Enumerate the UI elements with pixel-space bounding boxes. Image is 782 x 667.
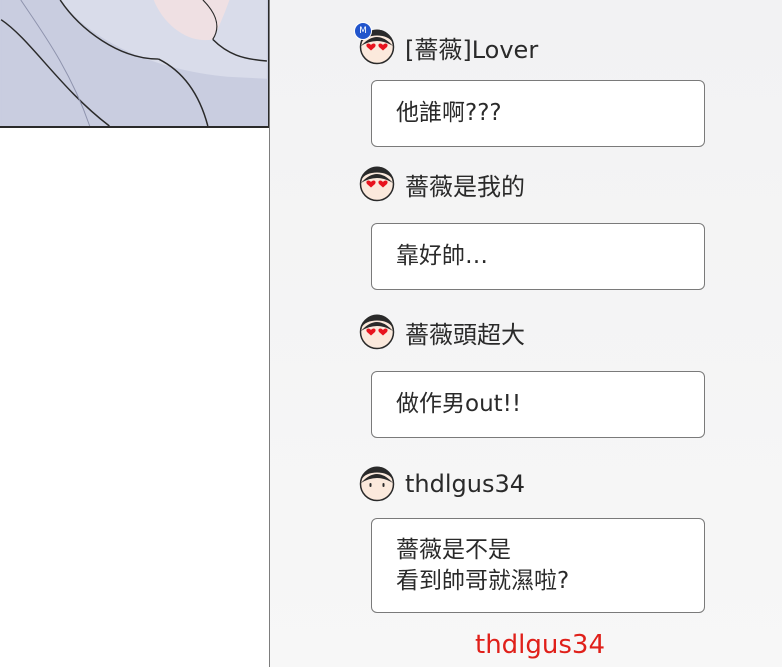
comment-username: thdlgus34 — [405, 470, 526, 498]
comment-bubble: 靠好帥… — [371, 223, 705, 290]
comment-username: [薔薇]Lover — [405, 35, 539, 64]
comment-bubble: 做作男out!! — [371, 371, 705, 438]
comment-header-2: 薔薇是我的 — [359, 166, 525, 202]
heart-eyes-avatar-icon: M — [354, 22, 395, 65]
comment-header-4: thdlgus34 — [359, 466, 525, 502]
comment-username: 薔薇頭超大 — [405, 320, 525, 349]
heart-eyes-avatar-icon — [359, 166, 395, 202]
comic-art-panel — [0, 0, 270, 128]
comment-header-3: 薔薇頭超大 — [359, 314, 525, 350]
comment-panel: M [薔薇]Lover 他誰啊??? 薔薇是我的 靠好帥… 薔薇頭超大 做作男o… — [269, 0, 782, 667]
verified-badge-icon: M — [354, 22, 372, 40]
shirt-illustration — [0, 0, 267, 126]
heart-eyes-avatar-icon — [359, 314, 395, 350]
comment-bubble: 薔薇是不是 看到帥哥就濕啦? — [371, 518, 705, 613]
neutral-face-avatar-icon — [359, 466, 395, 502]
watermark-text: thdlgus34 — [475, 630, 606, 660]
comment-bubble: 他誰啊??? — [371, 80, 705, 147]
comment-header-1: M [薔薇]Lover — [354, 22, 539, 65]
comment-username: 薔薇是我的 — [405, 172, 525, 201]
